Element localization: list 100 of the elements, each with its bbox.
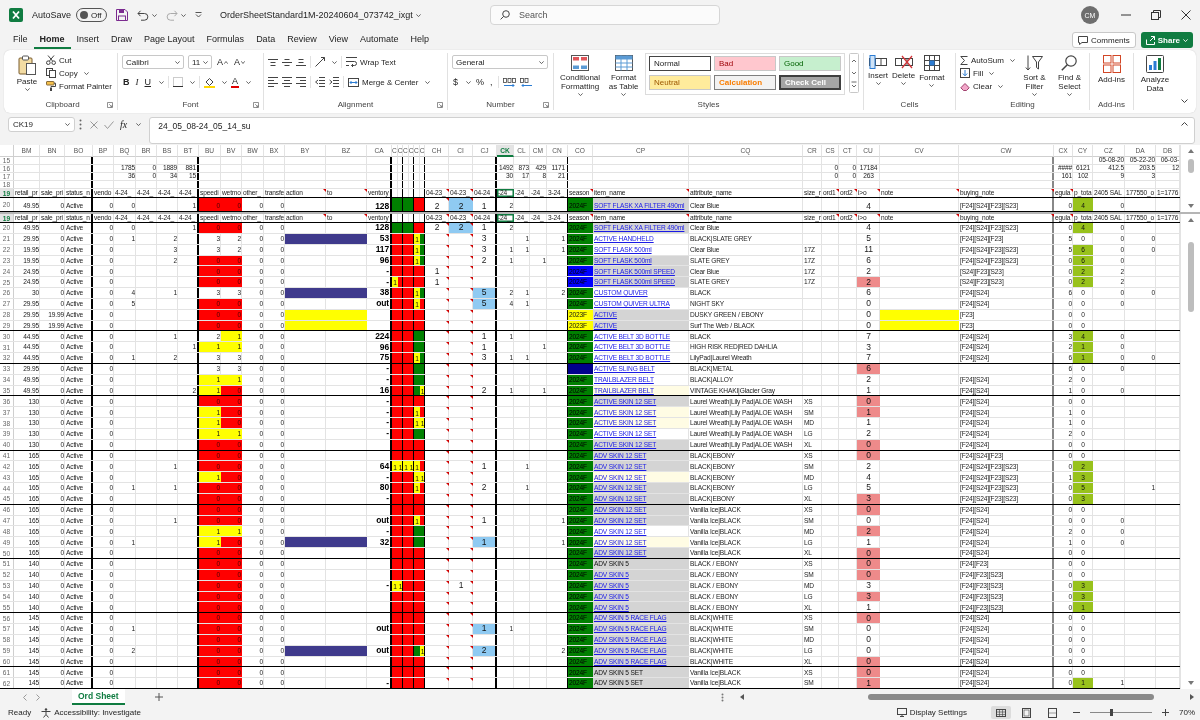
clear-button[interactable]: Clear xyxy=(960,80,1015,92)
menu-tab[interactable]: Draw xyxy=(105,31,139,49)
increase-indent-icon[interactable] xyxy=(329,77,339,87)
decrease-font-size-button[interactable]: A xyxy=(233,57,247,67)
caret-icon[interactable] xyxy=(246,80,251,84)
decrease-indent-icon[interactable] xyxy=(315,77,325,87)
caret-icon[interactable] xyxy=(181,13,187,17)
dialog-launcher-icon[interactable] xyxy=(437,102,443,108)
scroll-up-icon[interactable] xyxy=(1187,218,1194,222)
more-options-icon[interactable] xyxy=(720,692,724,702)
cell-style-option[interactable]: Bad xyxy=(714,56,776,71)
scrollbar-thumb[interactable] xyxy=(867,694,1154,700)
fill-button[interactable]: Fill xyxy=(960,67,1015,79)
copy-button[interactable]: Copy xyxy=(46,67,112,79)
align-right-icon[interactable] xyxy=(296,77,306,87)
caret-icon[interactable] xyxy=(415,13,421,17)
insert-cells-button[interactable]: Insert xyxy=(868,53,888,85)
borders-icon[interactable] xyxy=(173,77,183,87)
scrollbar-thumb[interactable] xyxy=(1187,242,1194,312)
scroll-left-icon[interactable] xyxy=(739,694,744,700)
cell-style-option[interactable]: Neutral xyxy=(649,75,711,90)
increase-font-size-button[interactable]: A xyxy=(216,57,229,67)
display-settings-button[interactable]: Display Settings xyxy=(896,708,967,717)
caret-icon[interactable] xyxy=(332,60,337,64)
align-center-icon[interactable] xyxy=(282,77,292,87)
paint-bucket-icon[interactable] xyxy=(204,76,215,88)
zoom-level[interactable]: 70% xyxy=(1179,708,1195,717)
align-left-icon[interactable] xyxy=(268,77,278,87)
font-color-button[interactable]: A xyxy=(231,76,239,88)
find-select-button[interactable]: Find & Select xyxy=(1053,53,1085,96)
caret-icon[interactable] xyxy=(152,13,158,17)
gallery-more-icon[interactable] xyxy=(849,53,859,93)
underline-button[interactable]: U xyxy=(143,77,152,87)
add-ins-button[interactable]: Add-ins xyxy=(1094,53,1129,84)
check-icon[interactable] xyxy=(104,120,114,129)
scrollbar-thumb[interactable] xyxy=(1187,159,1194,173)
percent-style-button[interactable]: % xyxy=(475,77,486,87)
accessibility-button[interactable]: Accessibility: Investigate xyxy=(41,707,141,718)
menu-tab[interactable]: Help xyxy=(404,31,436,49)
dialog-launcher-icon[interactable] xyxy=(543,102,549,108)
caret-icon[interactable] xyxy=(466,80,471,84)
font-size-dropdown[interactable]: 11 xyxy=(188,55,212,69)
scroll-down-icon[interactable] xyxy=(1187,204,1194,208)
caret-icon[interactable] xyxy=(159,80,164,84)
slider-thumb[interactable] xyxy=(1110,709,1114,716)
menu-tab[interactable]: Insert xyxy=(70,31,106,49)
restore-icon[interactable] xyxy=(1151,10,1161,20)
scroll-up-icon[interactable] xyxy=(1187,149,1194,153)
format-cells-button[interactable]: Format xyxy=(919,53,945,87)
customize-toolbar-icon[interactable] xyxy=(195,12,203,18)
currency-format-button[interactable]: $ xyxy=(452,77,459,87)
merge-center-button[interactable]: Merge & Center xyxy=(348,76,419,88)
format-as-table-button[interactable]: Format as Table xyxy=(606,53,641,96)
italic-button[interactable]: I xyxy=(134,77,140,87)
dialog-launcher-icon[interactable] xyxy=(107,102,113,108)
format-painter-button[interactable]: Format Painter xyxy=(46,80,112,92)
menu-tab[interactable]: File xyxy=(7,31,34,49)
save-icon[interactable] xyxy=(116,9,129,21)
align-bottom-icon[interactable] xyxy=(296,58,306,66)
formula-field[interactable]: 24_05_08-24_05_14_su xyxy=(149,117,1195,144)
sort-filter-button[interactable]: Sort & Filter xyxy=(1018,53,1050,96)
cancel-icon[interactable] xyxy=(90,120,98,129)
insert-function-button[interactable]: fx xyxy=(120,119,128,130)
vertical-scrollbar[interactable] xyxy=(1180,145,1200,212)
menu-tab[interactable]: Automate xyxy=(354,31,405,49)
increase-decimal-icon[interactable] xyxy=(502,77,516,87)
wrap-text-button[interactable]: Wrap Text xyxy=(346,56,396,68)
caret-icon[interactable] xyxy=(136,123,142,126)
more-options-icon[interactable] xyxy=(79,119,82,130)
analyze-data-button[interactable]: Analyze Data xyxy=(1138,53,1172,93)
menu-tab[interactable]: View xyxy=(322,31,354,49)
chevron-right-icon[interactable] xyxy=(36,693,40,701)
bold-button[interactable]: B xyxy=(122,77,131,87)
plus-icon[interactable] xyxy=(154,693,163,701)
sheet-tab[interactable]: Ord Sheet xyxy=(72,689,125,705)
align-middle-icon[interactable] xyxy=(282,58,292,66)
search-field[interactable]: Search xyxy=(490,5,720,25)
menu-tab[interactable]: Review xyxy=(281,31,323,49)
collapse-ribbon-icon[interactable] xyxy=(1181,99,1188,103)
conditional-formatting-button[interactable]: Conditional Formatting xyxy=(558,53,603,96)
decrease-decimal-icon[interactable] xyxy=(519,77,533,87)
undo-icon[interactable] xyxy=(137,9,150,21)
paste-button[interactable]: Paste xyxy=(12,53,42,91)
scroll-right-icon[interactable] xyxy=(1189,694,1194,700)
view-button[interactable] xyxy=(991,706,1011,719)
align-top-icon[interactable] xyxy=(268,58,278,66)
menu-tab[interactable]: Page Layout xyxy=(138,31,201,49)
menu-tab[interactable]: Formulas xyxy=(200,31,251,49)
number-format-dropdown[interactable]: General xyxy=(452,55,548,69)
zoom-in-icon[interactable] xyxy=(1162,709,1169,716)
chevron-left-icon[interactable] xyxy=(23,693,27,701)
vertical-scrollbar[interactable] xyxy=(1180,214,1200,689)
expand-formula-bar-icon[interactable] xyxy=(1181,122,1188,126)
close-icon[interactable] xyxy=(1181,10,1191,20)
scroll-down-icon[interactable] xyxy=(1187,681,1194,685)
cell-style-option[interactable]: Good xyxy=(779,56,841,71)
caret-icon[interactable] xyxy=(222,80,227,84)
comma-style-button[interactable]: , xyxy=(489,77,494,87)
name-box[interactable]: CK19 xyxy=(8,117,75,132)
cell-style-option[interactable]: Normal xyxy=(649,56,711,71)
